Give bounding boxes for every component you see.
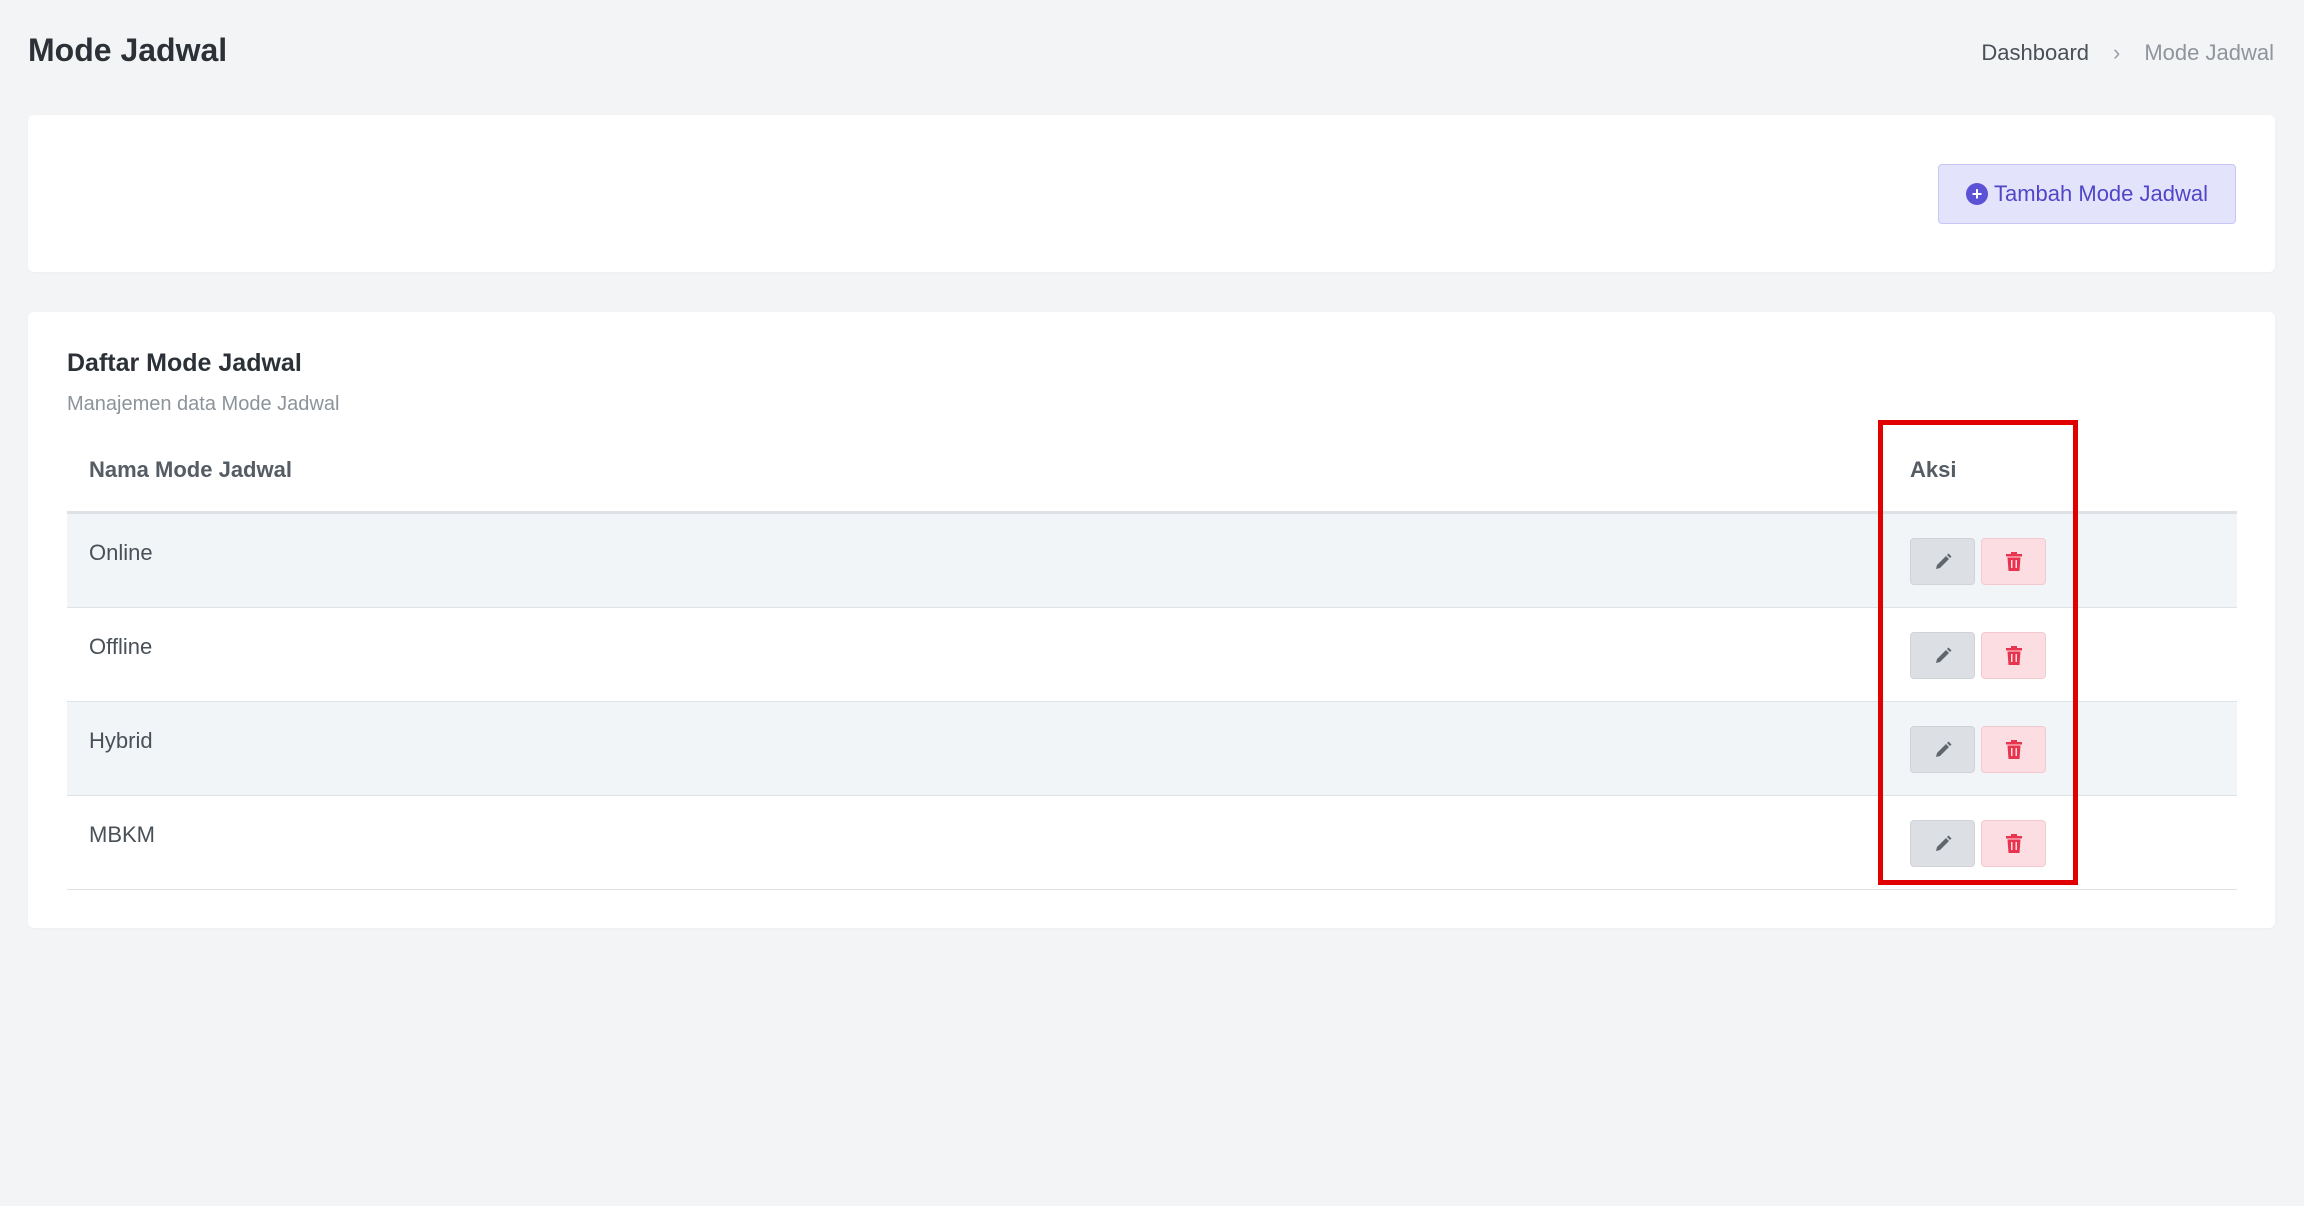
pencil-icon (1935, 835, 1951, 851)
delete-button[interactable] (1981, 820, 2046, 867)
toolbar-card: + Tambah Mode Jadwal (28, 115, 2275, 272)
column-header-action: Aksi (1910, 457, 1957, 482)
trash-icon (2005, 739, 2022, 759)
row-name: Online (89, 540, 153, 565)
edit-button[interactable] (1910, 726, 1975, 773)
table-header: Nama Mode Jadwal Aksi (67, 435, 2237, 514)
row-actions (1910, 820, 2046, 867)
chevron-right-icon: › (2113, 40, 2121, 65)
trash-icon (2005, 645, 2022, 665)
pencil-icon (1935, 553, 1951, 569)
row-name: Offline (89, 634, 153, 659)
list-card: Daftar Mode Jadwal Manajemen data Mode J… (28, 312, 2275, 928)
table-row: MBKM (67, 796, 2237, 890)
breadcrumb-current: Mode Jadwal (2144, 40, 2274, 65)
row-actions (1910, 632, 2046, 679)
breadcrumb: Dashboard › Mode Jadwal (1981, 40, 2274, 66)
table-row: Hybrid (67, 702, 2237, 796)
delete-button[interactable] (1981, 538, 2046, 585)
trash-icon (2005, 551, 2022, 571)
edit-button[interactable] (1910, 632, 1975, 679)
page-title: Mode Jadwal (28, 32, 228, 68)
row-actions (1910, 538, 2046, 585)
column-header-name: Nama Mode Jadwal (89, 457, 292, 482)
edit-button[interactable] (1910, 820, 1975, 867)
edit-button[interactable] (1910, 538, 1975, 585)
row-actions (1910, 726, 2046, 773)
row-name: MBKM (89, 822, 155, 847)
add-mode-jadwal-button[interactable]: + Tambah Mode Jadwal (1938, 164, 2236, 224)
card-subtitle: Manajemen data Mode Jadwal (67, 393, 340, 415)
add-button-label: Tambah Mode Jadwal (1993, 181, 2208, 206)
breadcrumb-dashboard-link[interactable]: Dashboard (1981, 40, 2089, 66)
table-row: Online (67, 514, 2237, 608)
row-name: Hybrid (89, 728, 153, 753)
table-row: Offline (67, 608, 2237, 702)
mode-jadwal-table: Nama Mode Jadwal Aksi Online Offline Hyb… (67, 435, 2237, 890)
trash-icon (2005, 833, 2022, 853)
delete-button[interactable] (1981, 632, 2046, 679)
pencil-icon (1935, 741, 1951, 757)
page: Mode Jadwal Dashboard › Mode Jadwal + Ta… (0, 0, 2304, 1206)
plus-circle-icon: + (1965, 183, 1988, 205)
delete-button[interactable] (1981, 726, 2046, 773)
pencil-icon (1935, 647, 1951, 663)
card-title: Daftar Mode Jadwal (67, 349, 302, 377)
